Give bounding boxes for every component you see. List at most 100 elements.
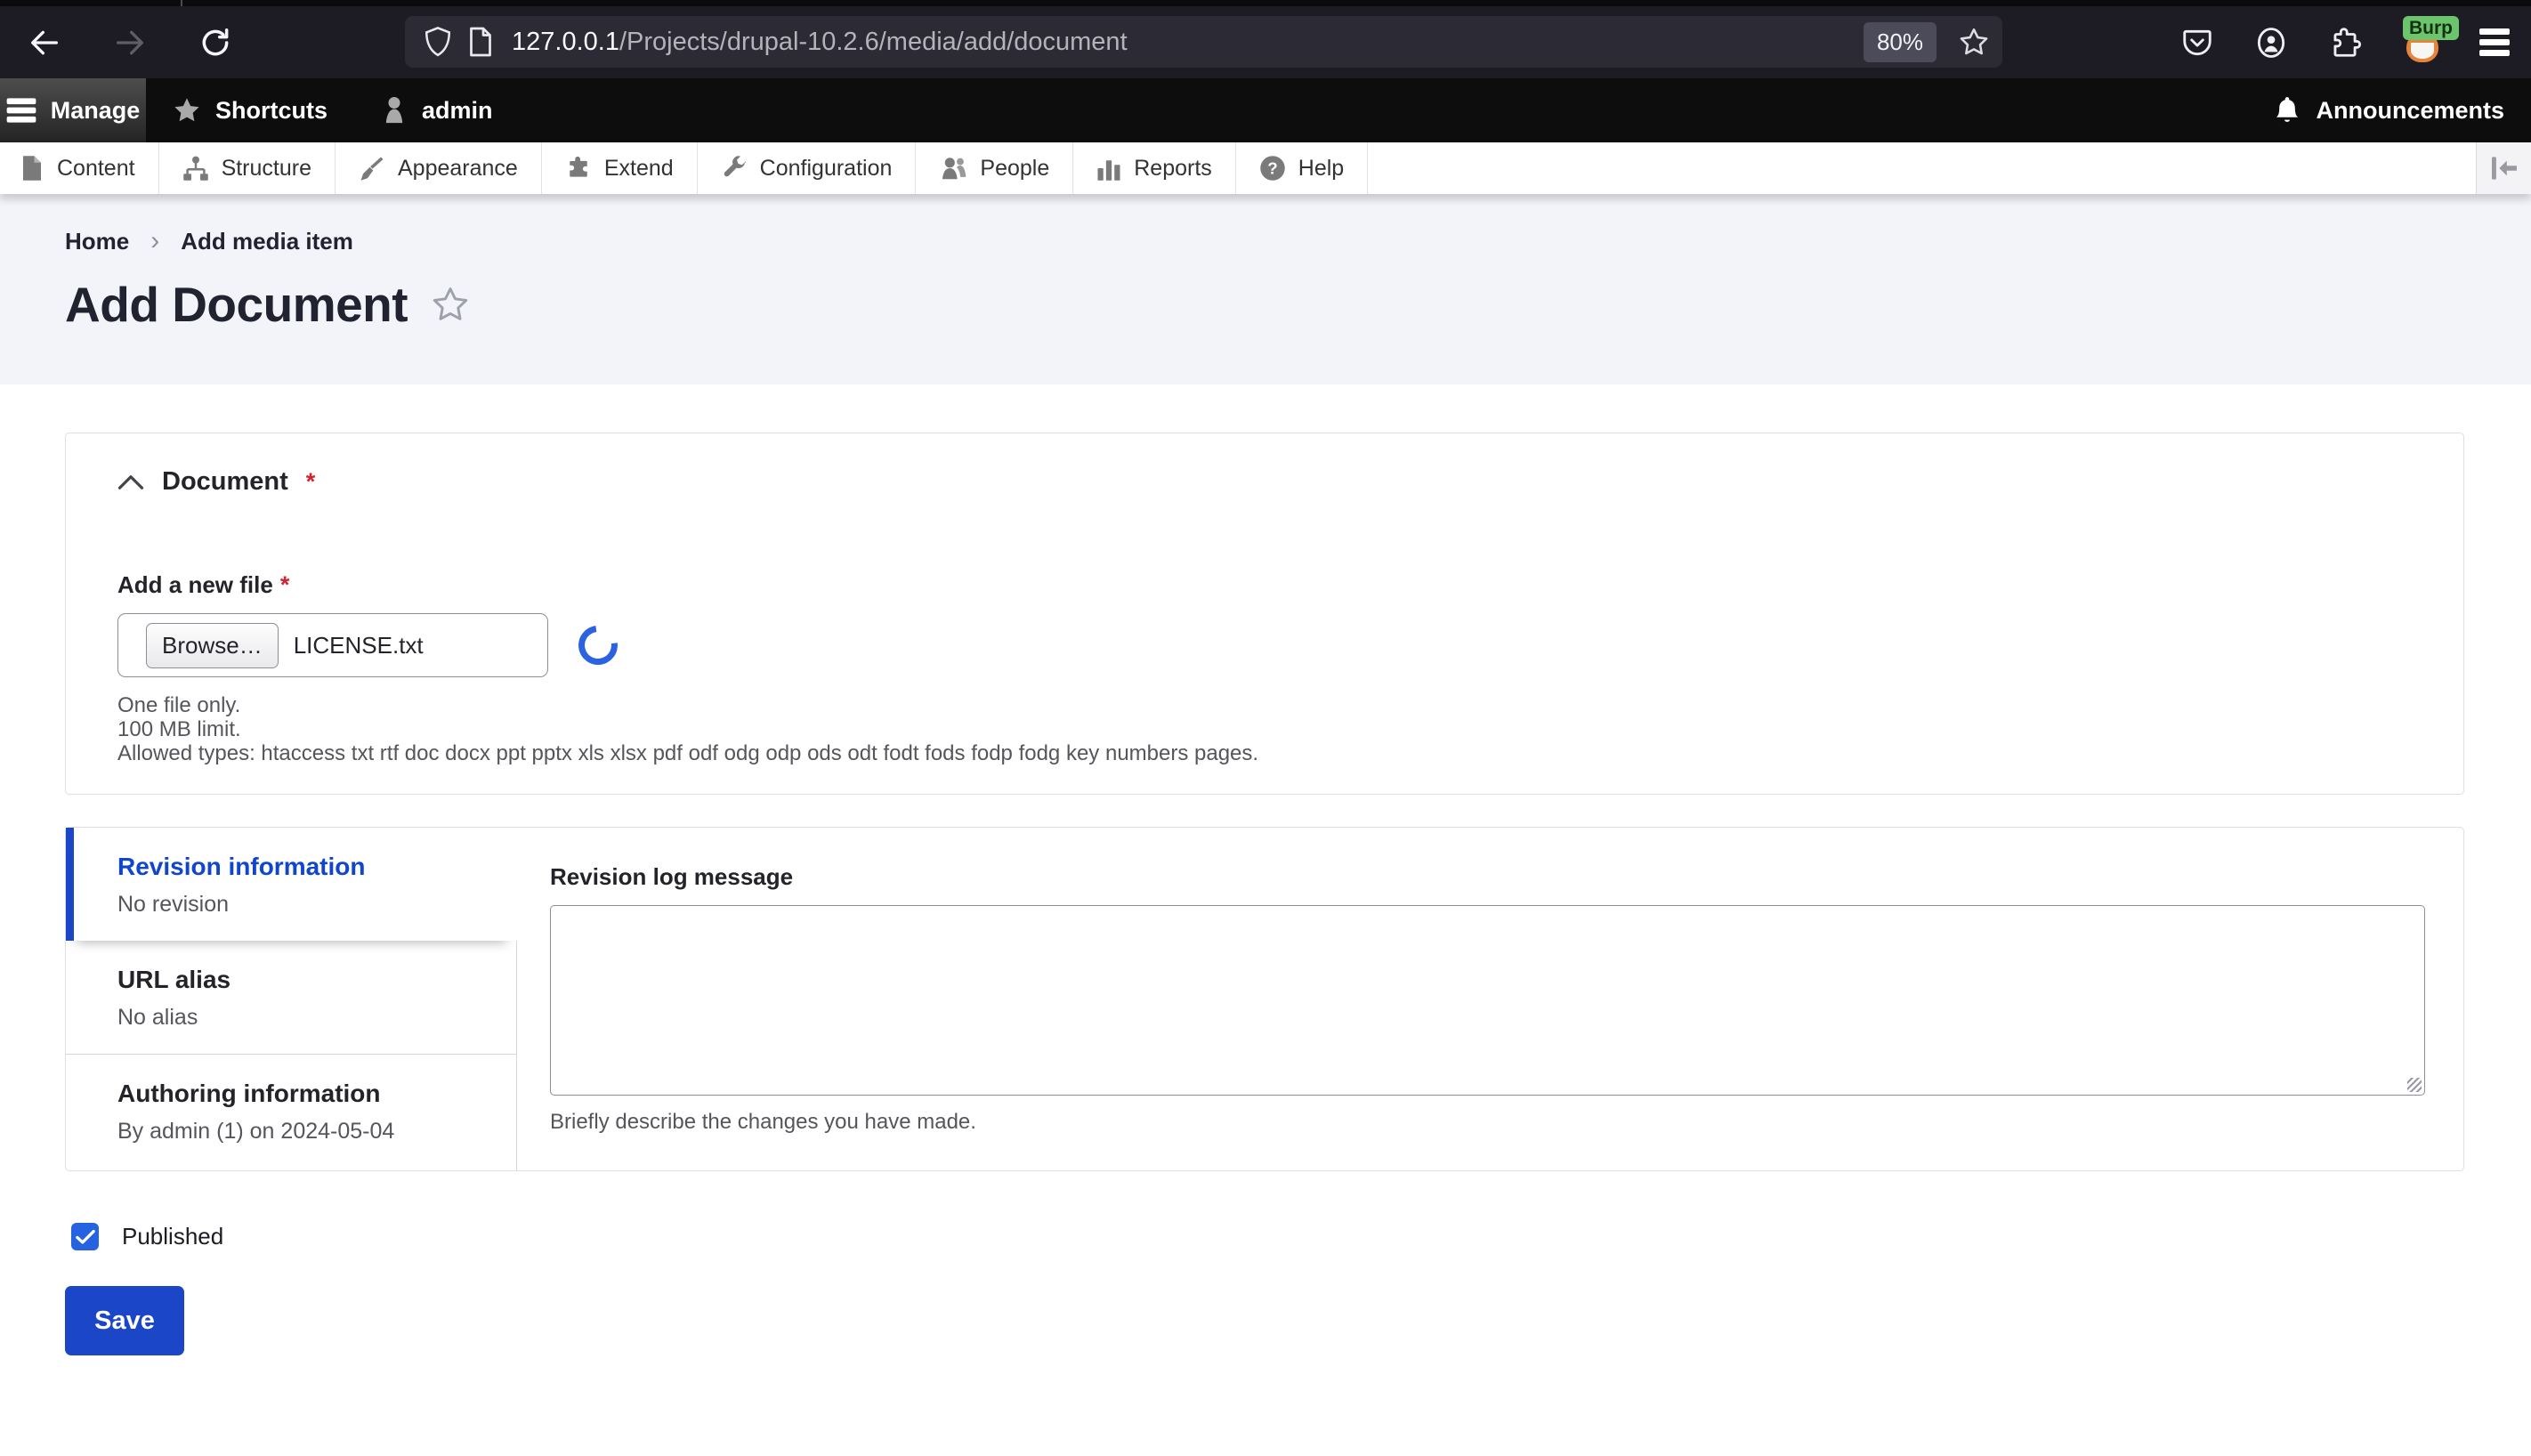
breadcrumb-home-link[interactable]: Home: [65, 228, 129, 255]
file-field-label: Add a new file: [117, 571, 273, 598]
menu-item-people[interactable]: People: [916, 142, 1074, 194]
page-info-icon[interactable]: [467, 26, 494, 58]
bell-icon: [2276, 97, 2299, 122]
menu-item-label: Extend: [603, 155, 674, 181]
menu-item-configuration[interactable]: Configuration: [698, 142, 917, 194]
forward-arrow-icon: [117, 30, 143, 54]
page-title: Add Document: [65, 277, 408, 332]
menu-item-content[interactable]: Content: [0, 142, 159, 194]
vertical-tabs-menu: Revision information No revision URL ali…: [66, 828, 517, 1170]
toolbar-item-admin-user[interactable]: admin: [354, 78, 520, 142]
bar-chart-icon: [1097, 160, 1120, 181]
drupal-menu-bar: Content Structure Appearance Extend Conf…: [0, 142, 2531, 194]
menu-item-label: People: [980, 155, 1050, 181]
required-asterisk: *: [279, 571, 290, 598]
toolbar-item-announcements[interactable]: Announcements: [2246, 78, 2531, 142]
tab-edge-divider: [181, 0, 182, 6]
collapse-left-icon: [2491, 157, 2517, 180]
published-field: Published: [71, 1223, 2464, 1250]
tab-url-alias[interactable]: URL alias No alias: [66, 941, 516, 1055]
url-text[interactable]: 127.0.0.1/Projects/drupal-10.2.6/media/a…: [512, 28, 1128, 57]
star-icon: [174, 98, 199, 122]
shield-icon[interactable]: [423, 25, 453, 59]
paintbrush-icon: [360, 157, 384, 181]
document-fieldset: Document * Add a new file * Browse… LICE…: [65, 433, 2464, 795]
upload-progress-spinner: [570, 618, 626, 673]
url-bar[interactable]: 127.0.0.1/Projects/drupal-10.2.6/media/a…: [405, 16, 2002, 68]
pocket-icon[interactable]: [2180, 26, 2214, 60]
menu-item-label: Appearance: [398, 155, 518, 181]
browser-menu-button[interactable]: [2479, 24, 2510, 61]
tab-label: URL alias: [117, 966, 231, 993]
tab-strip: [0, 0, 2531, 6]
vertical-tabs: Revision information No revision URL ali…: [65, 827, 2464, 1171]
document-legend-toggle[interactable]: Document *: [117, 467, 2412, 497]
bookmark-star-icon[interactable]: [1958, 26, 1990, 58]
question-icon: ?: [1260, 156, 1285, 181]
breadcrumb-separator: ›: [150, 226, 160, 255]
hamburger-icon: [6, 98, 36, 123]
page-header: Home › Add media item Add Document: [0, 194, 2531, 384]
menu-item-label: Reports: [1134, 155, 1212, 181]
svg-text:?: ?: [1267, 158, 1277, 177]
menu-item-structure[interactable]: Structure: [159, 142, 336, 194]
shortcut-star-icon[interactable]: [431, 285, 470, 324]
tab-authoring-information[interactable]: Authoring information By admin (1) on 20…: [66, 1055, 516, 1168]
menu-item-label: Structure: [221, 155, 311, 181]
published-checkbox[interactable]: [71, 1223, 99, 1250]
foxyproxy-extension-icon[interactable]: Burp: [2401, 15, 2459, 62]
forward-button[interactable]: [110, 23, 150, 62]
menu-item-extend[interactable]: Extend: [542, 142, 698, 194]
save-button[interactable]: Save: [65, 1286, 184, 1355]
menu-item-label: Help: [1298, 155, 1345, 181]
file-icon: [23, 156, 41, 181]
sitemap-icon: [182, 156, 208, 181]
url-host: 127.0.0.1: [512, 27, 619, 56]
announcements-label: Announcements: [2316, 96, 2504, 124]
toolbar-item-shortcuts[interactable]: Shortcuts: [146, 78, 354, 142]
tab-label: Revision information: [117, 853, 366, 880]
user-icon: [385, 96, 403, 124]
breadcrumb-current: Add media item: [181, 227, 353, 255]
revision-log-description: Briefly describe the changes you have ma…: [550, 1110, 976, 1134]
back-arrow-icon: [31, 30, 58, 54]
menu-item-appearance[interactable]: Appearance: [336, 142, 542, 194]
chevron-up-icon: [117, 474, 144, 489]
browser-toolbar: 127.0.0.1/Projects/drupal-10.2.6/media/a…: [0, 0, 2531, 78]
account-icon[interactable]: [2253, 25, 2289, 61]
shortcuts-label: Shortcuts: [215, 96, 328, 124]
menu-item-label: Configuration: [759, 155, 893, 181]
toolbar-item-manage[interactable]: Manage: [0, 78, 146, 142]
file-upload-input[interactable]: Browse… LICENSE.txt: [117, 613, 548, 677]
menu-item-label: Content: [57, 155, 135, 181]
extensions-puzzle-icon[interactable]: [2328, 26, 2362, 60]
manage-label: Manage: [50, 96, 141, 124]
admin-user-label: admin: [422, 96, 493, 124]
document-legend-label: Document: [162, 467, 288, 496]
toolbar-collapse-button[interactable]: [2476, 142, 2531, 194]
menu-item-reports[interactable]: Reports: [1073, 142, 1236, 194]
reload-button[interactable]: [196, 23, 235, 62]
file-help-line: One file only.: [117, 693, 241, 717]
menu-item-help[interactable]: ? Help: [1236, 142, 1369, 194]
revision-log-textarea[interactable]: [550, 905, 2425, 1096]
url-path: /Projects/drupal-10.2.6/media/add/docume…: [619, 27, 1128, 56]
checkmark-icon: [75, 1229, 95, 1244]
browse-button[interactable]: Browse…: [146, 622, 279, 668]
tab-summary: No revision: [117, 892, 230, 917]
published-label: Published: [122, 1223, 224, 1250]
drupal-admin-toolbar: Manage Shortcuts admin Announcements: [0, 78, 2531, 142]
revision-information-pane: Revision log message Briefly describe th…: [517, 828, 2463, 1170]
tab-revision-information[interactable]: Revision information No revision: [66, 828, 517, 941]
revision-log-label: Revision log message: [550, 863, 794, 890]
screen: 127.0.0.1/Projects/drupal-10.2.6/media/a…: [0, 0, 2531, 1456]
back-button[interactable]: [25, 23, 64, 62]
zoom-level-badge[interactable]: 80%: [1863, 21, 1937, 62]
required-asterisk: *: [305, 468, 316, 495]
main-content: Document * Add a new file * Browse… LICE…: [0, 384, 2531, 1355]
tab-summary: No alias: [117, 1005, 198, 1030]
textarea-resize-handle[interactable]: [2407, 1078, 2422, 1092]
reload-icon: [202, 28, 229, 55]
tab-label: Authoring information: [117, 1080, 381, 1107]
puzzle-icon: [570, 156, 587, 177]
